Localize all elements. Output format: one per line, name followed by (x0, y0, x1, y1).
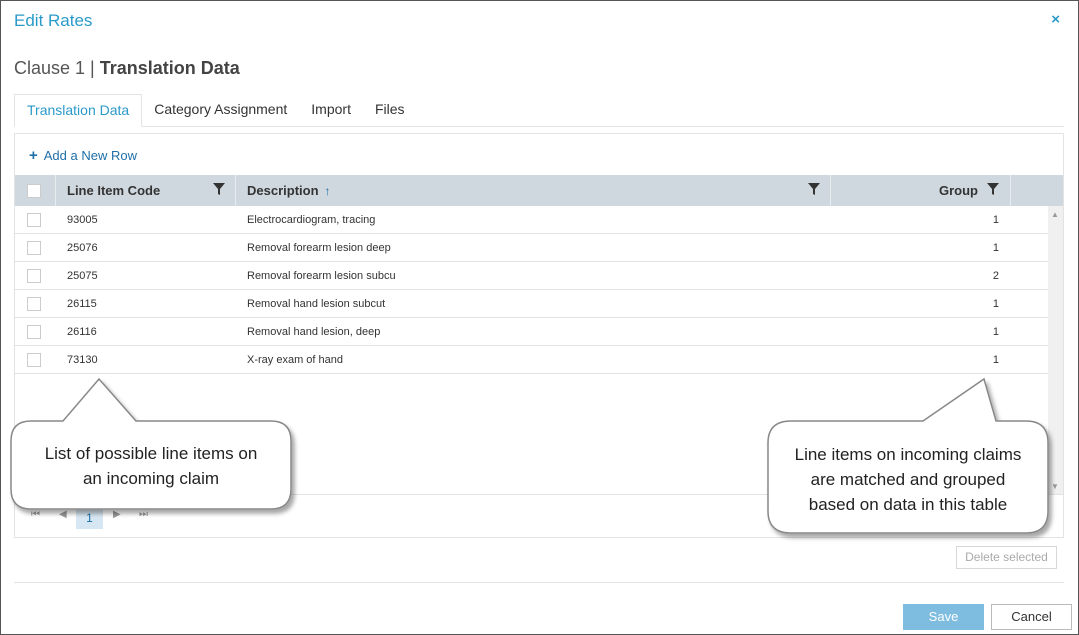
cell-group: 1 (992, 354, 999, 366)
vertical-scrollbar[interactable]: ▲ ▼ (1048, 206, 1063, 494)
table-row[interactable]: 26116 Removal hand lesion, deep 1 (15, 318, 1048, 346)
left-callout-text: List of possible line items on an incomi… (11, 441, 291, 491)
column-group-label: Group (939, 183, 978, 198)
cell-description: Removal forearm lesion deep (247, 242, 391, 254)
tab-bar: Translation Data Category Assignment Imp… (14, 94, 1064, 127)
cell-code: 26115 (67, 298, 97, 310)
filter-icon[interactable] (808, 183, 820, 195)
cell-description: X-ray exam of hand (247, 354, 343, 366)
tab-translation-data[interactable]: Translation Data (14, 94, 143, 127)
column-header-group[interactable]: Group (831, 175, 1011, 206)
column-header-description[interactable]: Description ↑ (236, 175, 831, 206)
cell-group: 1 (992, 214, 999, 226)
scroll-up-icon[interactable]: ▲ (1051, 210, 1059, 219)
cell-code: 26116 (67, 326, 97, 338)
cell-code: 25075 (67, 270, 98, 282)
column-description-label: Description (247, 183, 319, 198)
cell-description: Removal forearm lesion subcu (247, 270, 396, 282)
right-callout-text: Line items on incoming claims are matche… (768, 442, 1048, 517)
page-title: Clause 1 | Translation Data (14, 58, 240, 79)
clause-label: Clause 1 | (14, 58, 100, 78)
scroll-down-icon[interactable]: ▼ (1051, 482, 1059, 491)
table-row[interactable]: 25076 Removal forearm lesion deep 1 (15, 234, 1048, 262)
filter-icon[interactable] (213, 183, 225, 195)
tab-import[interactable]: Import (299, 94, 363, 127)
table-row[interactable]: 93005 Electrocardiogram, tracing 1 (15, 206, 1048, 234)
current-page[interactable]: 1 (76, 507, 103, 529)
save-button[interactable]: Save (903, 604, 984, 630)
left-callout-line: an incoming claim (82, 469, 220, 488)
grid-header: Line Item Code Description ↑ Group (15, 175, 1063, 206)
header-spacer (1011, 175, 1063, 206)
cell-group: 1 (992, 242, 999, 254)
first-page-icon[interactable]: ⏮ (31, 509, 40, 520)
column-header-code[interactable]: Line Item Code (56, 175, 236, 206)
column-code-label: Line Item Code (67, 183, 161, 198)
cell-description: Removal hand lesion subcut (247, 298, 386, 310)
prev-page-icon[interactable]: ◀ (59, 509, 67, 520)
right-callout-line: are matched and grouped (810, 470, 1006, 489)
cell-group: 1 (992, 298, 999, 310)
cell-group: 1 (992, 326, 999, 338)
row-checkbox[interactable] (27, 213, 41, 227)
cell-description: Electrocardiogram, tracing (247, 214, 376, 226)
dialog-title: Edit Rates (14, 11, 93, 30)
cell-code: 73130 (67, 354, 98, 366)
cell-group: 2 (992, 270, 999, 282)
header-select-cell (15, 175, 56, 206)
table-row[interactable]: 26115 Removal hand lesion subcut 1 (15, 290, 1048, 318)
right-callout-line: Line items on incoming claims (794, 445, 1022, 464)
cell-code: 93005 (67, 214, 98, 226)
right-callout-line: based on data in this table (808, 495, 1008, 514)
close-icon[interactable]: × (1051, 11, 1060, 28)
section-label: Translation Data (99, 58, 240, 78)
footer-divider (14, 582, 1064, 583)
cell-description: Removal hand lesion, deep (247, 326, 381, 338)
add-row-label: Add a New Row (43, 148, 137, 163)
row-checkbox[interactable] (27, 241, 41, 255)
tab-category-assignment[interactable]: Category Assignment (142, 94, 299, 127)
sort-ascending-icon: ↑ (324, 184, 331, 198)
filter-icon[interactable] (987, 183, 999, 195)
table-row[interactable]: 73130 X-ray exam of hand 1 (15, 346, 1048, 374)
add-row-button[interactable]: + Add a New Row (29, 147, 137, 164)
row-checkbox[interactable] (27, 297, 41, 311)
cancel-button[interactable]: Cancel (991, 604, 1072, 630)
left-callout-line: List of possible line items on (44, 444, 258, 463)
last-page-icon[interactable]: ⏭ (139, 509, 148, 520)
cell-code: 25076 (67, 242, 98, 254)
select-all-checkbox[interactable] (27, 184, 41, 198)
plus-icon: + (29, 147, 38, 164)
row-checkbox[interactable] (27, 325, 41, 339)
row-checkbox[interactable] (27, 353, 41, 367)
row-checkbox[interactable] (27, 269, 41, 283)
next-page-icon[interactable]: ▶ (113, 509, 121, 520)
tab-files[interactable]: Files (363, 94, 417, 127)
delete-selected-button[interactable]: Delete selected (956, 546, 1057, 569)
edit-rates-dialog: Edit Rates × Clause 1 | Translation Data… (0, 0, 1079, 635)
table-row[interactable]: 25075 Removal forearm lesion subcu 2 (15, 262, 1048, 290)
